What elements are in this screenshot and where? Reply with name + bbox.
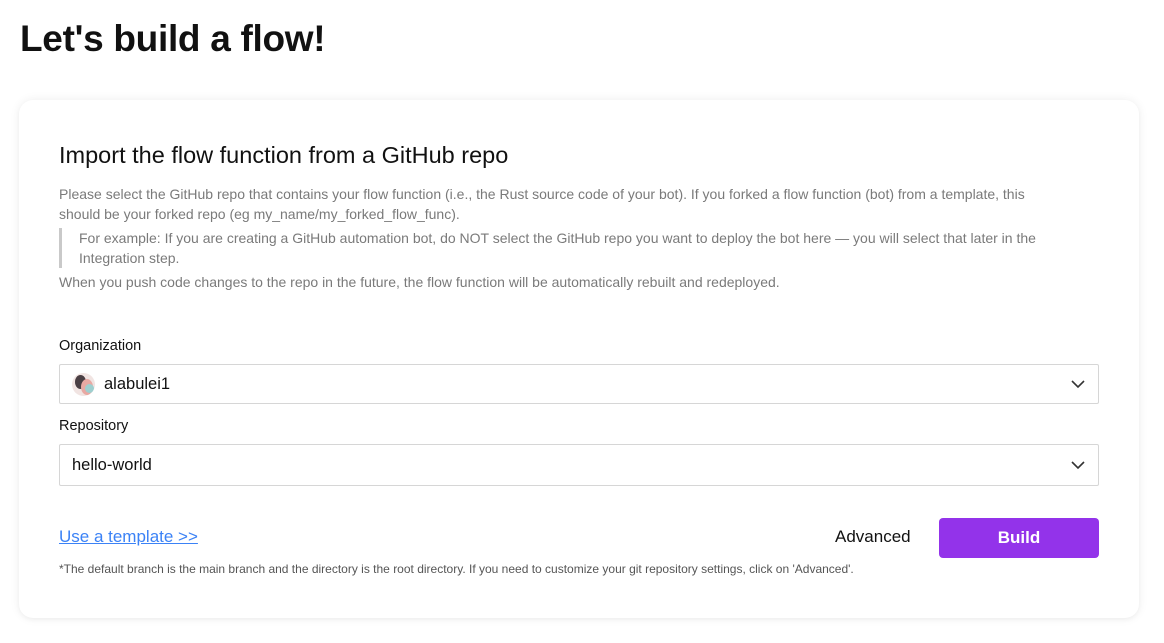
footnote: *The default branch is the main branch a…	[59, 562, 854, 576]
import-card: Import the flow function from a GitHub r…	[19, 100, 1139, 618]
organization-label: Organization	[59, 338, 142, 354]
repository-select[interactable]: hello-world	[59, 444, 1099, 486]
card-title: Import the flow function from a GitHub r…	[59, 142, 509, 168]
advanced-button[interactable]: Advanced	[835, 527, 911, 547]
use-template-link[interactable]: Use a template >>	[59, 527, 198, 547]
page-title: Let's build a flow!	[20, 18, 326, 59]
redeploy-note: When you push code changes to the repo i…	[59, 274, 780, 290]
user-avatar-icon	[72, 372, 95, 396]
card-description: Please select the GitHub repo that conta…	[59, 186, 1025, 222]
repository-value: hello-world	[72, 455, 152, 474]
chevron-down-icon	[1071, 461, 1085, 470]
chevron-down-icon	[1071, 380, 1085, 389]
example-text: For example: If you are creating a GitHu…	[79, 230, 1036, 266]
build-button[interactable]: Build	[939, 518, 1099, 558]
organization-value: alabulei1	[104, 374, 171, 393]
organization-select[interactable]: alabulei1	[59, 364, 1099, 404]
example-blockquote: For example: If you are creating a GitHu…	[59, 228, 1099, 268]
repository-label: Repository	[59, 418, 129, 434]
